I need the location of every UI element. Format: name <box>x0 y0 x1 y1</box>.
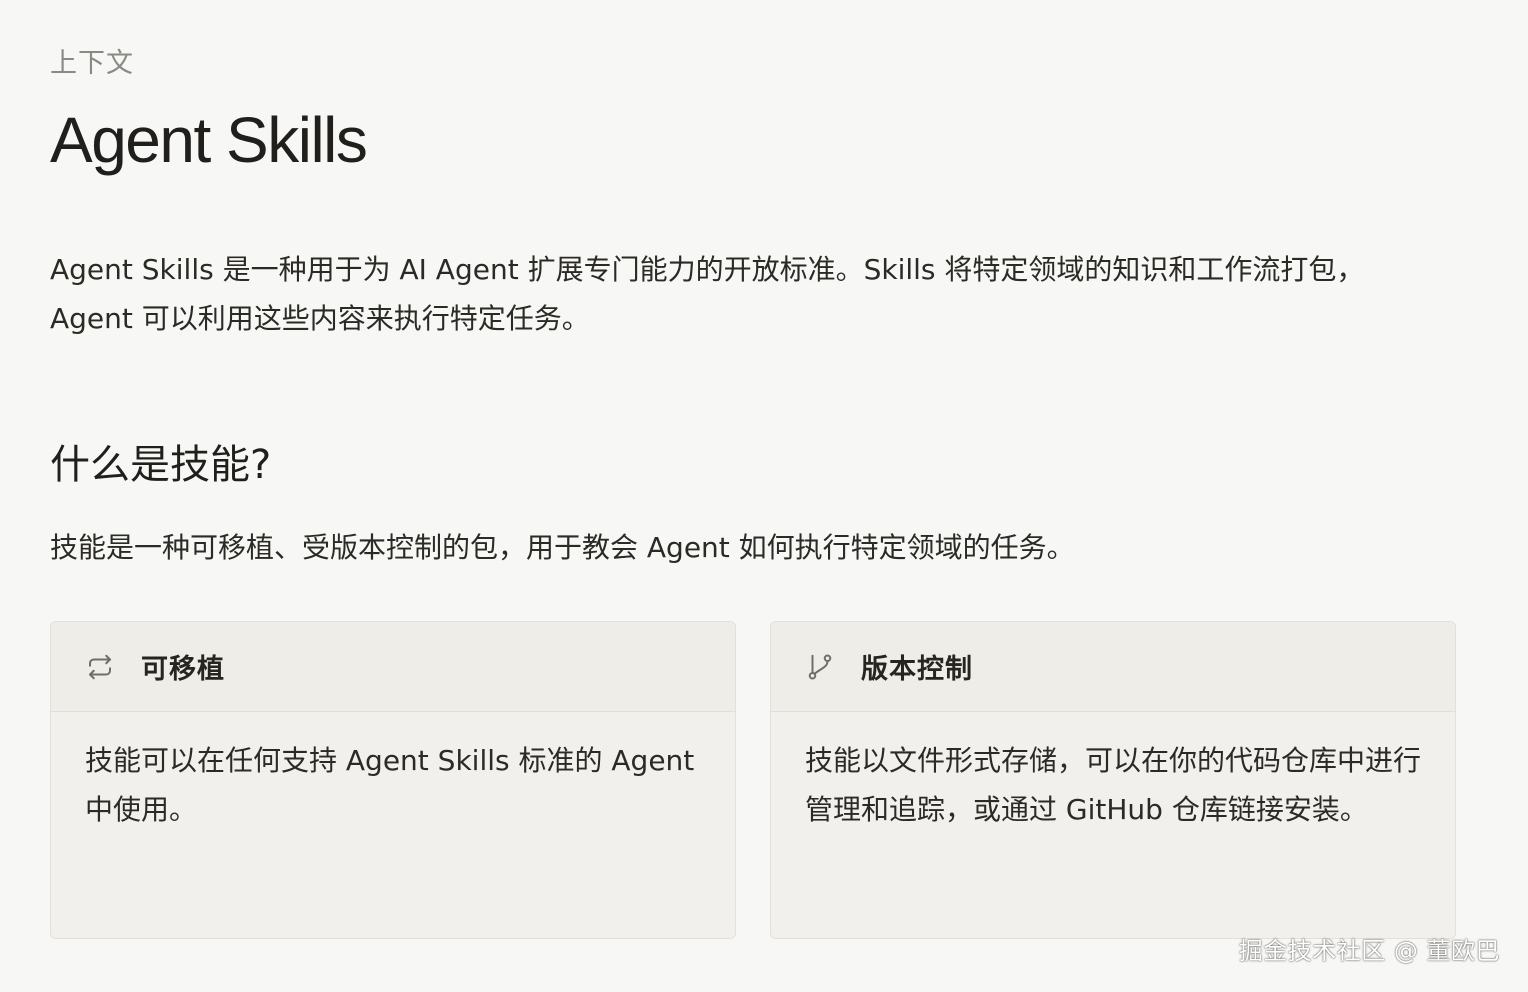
page-title: Agent Skills <box>50 104 368 176</box>
breadcrumb[interactable]: 上下文 <box>50 46 134 82</box>
card-body: 技能以文件形式存储，可以在你的代码仓库中进行管理和追踪，或通过 GitHub 仓… <box>771 712 1455 938</box>
card-header: 可移植 <box>51 622 735 712</box>
section-description: 技能是一种可移植、受版本控制的包，用于教会 Agent 如何执行特定领域的任务。 <box>50 531 1075 564</box>
feature-cards: 可移植 技能可以在任何支持 Agent Skills 标准的 Agent 中使用… <box>50 621 1458 941</box>
repeat-arrows-icon <box>85 652 115 682</box>
card-title: 版本控制 <box>861 654 973 685</box>
watermark: 掘金技术社区 @ 董欧巴 <box>1238 937 1500 965</box>
card-header: 版本控制 <box>771 622 1455 712</box>
intro-paragraph: Agent Skills 是一种用于为 AI Agent 扩展专门能力的开放标准… <box>50 253 1365 335</box>
feature-card-portable: 可移植 技能可以在任何支持 Agent Skills 标准的 Agent 中使用… <box>50 621 736 939</box>
section-heading: 什么是技能? <box>50 442 272 488</box>
card-body: 技能可以在任何支持 Agent Skills 标准的 Agent 中使用。 <box>51 712 735 938</box>
git-branch-icon <box>805 652 835 682</box>
card-title: 可移植 <box>141 654 225 685</box>
feature-card-version-control: 版本控制 技能以文件形式存储，可以在你的代码仓库中进行管理和追踪，或通过 Git… <box>770 621 1456 939</box>
